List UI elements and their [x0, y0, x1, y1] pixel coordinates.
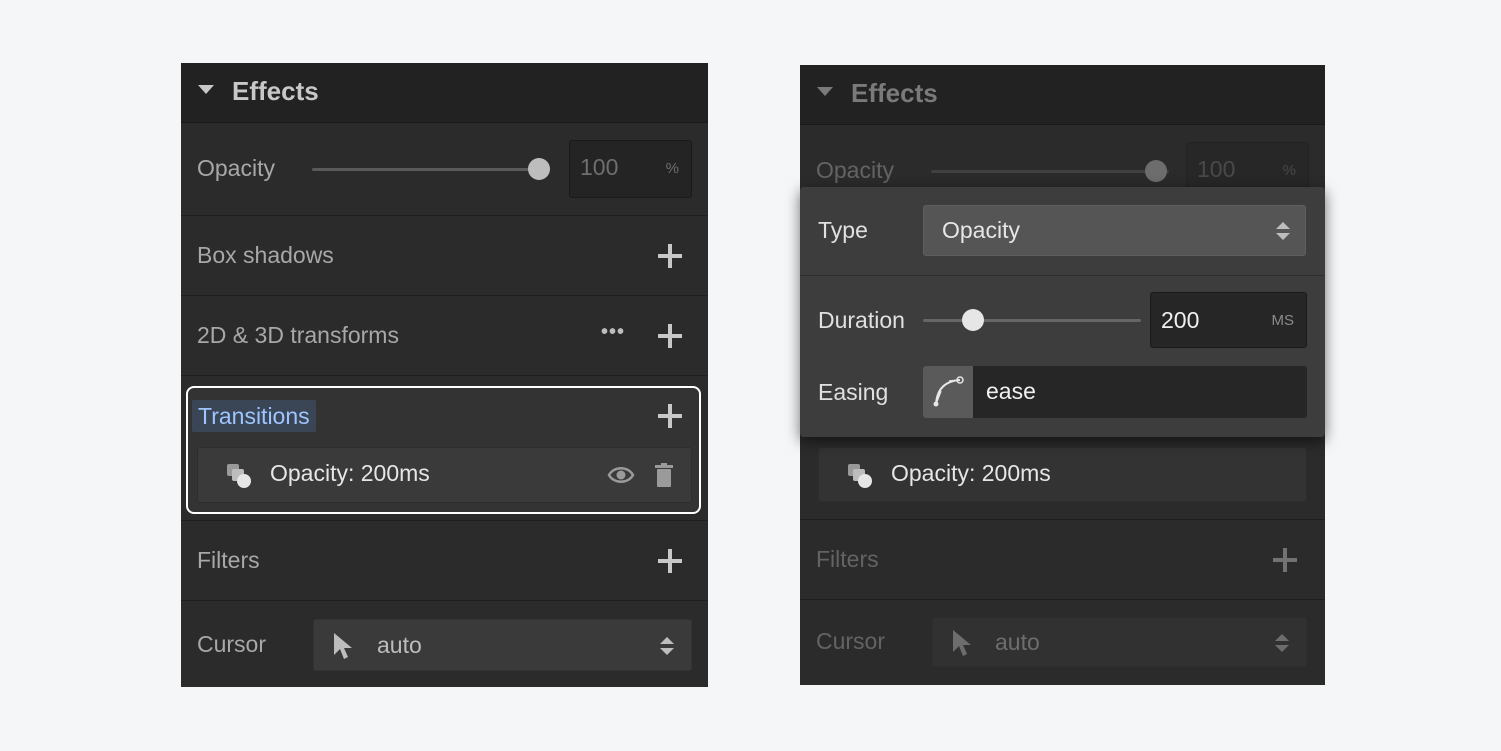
type-select[interactable]: Opacity [923, 205, 1306, 256]
caret-down-icon [817, 87, 833, 96]
trash-icon[interactable] [655, 463, 673, 487]
duration-slider-thumb[interactable] [962, 309, 985, 331]
cursor-arrow-icon [334, 633, 352, 659]
cursor-select-right[interactable]: auto [932, 617, 1307, 667]
opacity-input[interactable]: 100 % [569, 140, 692, 198]
opacity-slider-thumb[interactable] [528, 158, 550, 180]
transition-item-label-right: Opacity: 200ms [891, 460, 1051, 486]
duration-value: 200 [1161, 307, 1200, 333]
transforms-label: 2D & 3D transforms [197, 322, 399, 348]
opacity-value: 100 [580, 154, 619, 180]
cursor-value: auto [377, 632, 422, 658]
transition-item-label: Opacity: 200ms [270, 460, 430, 486]
transition-settings-popover: Type Opacity Duration 200 MS Easing ease [800, 187, 1325, 437]
opacity-slider-track-right[interactable] [931, 170, 1169, 173]
select-arrows-icon [1276, 222, 1290, 240]
filters-label: Filters [197, 547, 260, 573]
add-transform-button[interactable] [658, 324, 682, 348]
easing-value: ease [986, 378, 1036, 404]
bezier-curve-icon [933, 376, 964, 407]
cursor-value-right: auto [995, 629, 1040, 655]
add-transition-button[interactable] [658, 404, 682, 428]
eye-icon[interactable] [607, 464, 635, 486]
filters-row-right: Filters [800, 520, 1325, 600]
more-icon[interactable]: ••• [601, 321, 625, 344]
transitions-label-bg: Transitions [192, 400, 316, 432]
transforms-row: 2D & 3D transforms ••• [181, 296, 708, 376]
cursor-row-right: Cursor auto [800, 600, 1325, 685]
effects-title: Effects [232, 76, 319, 106]
opacity-value-right: 100 [1197, 156, 1236, 182]
opacity-label-right: Opacity [816, 157, 894, 183]
box-shadows-row: Box shadows [181, 216, 708, 296]
opacity-unit: % [665, 160, 679, 177]
opacity-label: Opacity [197, 155, 275, 181]
filters-row: Filters [181, 521, 708, 601]
add-filter-button-right[interactable] [1273, 548, 1297, 572]
caret-down-icon [198, 85, 214, 94]
effects-title-right: Effects [851, 78, 938, 108]
transitions-row-right: Opacity: 200ms [800, 437, 1325, 520]
transition-item-right[interactable]: Opacity: 200ms [818, 447, 1307, 502]
effects-header-right[interactable]: Effects [800, 65, 1325, 125]
cursor-label: Cursor [197, 631, 267, 657]
transition-icon [848, 464, 872, 488]
transitions-label: Transitions [198, 403, 310, 429]
duration-slider-track[interactable] [923, 319, 1141, 322]
add-box-shadow-button[interactable] [658, 244, 682, 268]
transition-item[interactable]: Opacity: 200ms [197, 447, 692, 503]
effects-panel: Effects Opacity 100 % Box shadows 2D & 3… [181, 63, 708, 687]
popover-divider [800, 275, 1325, 276]
box-shadows-label: Box shadows [197, 242, 334, 268]
easing-field[interactable]: ease [923, 366, 1307, 418]
transition-icon [227, 464, 251, 488]
duration-input[interactable]: 200 MS [1150, 292, 1307, 348]
duration-label: Duration [818, 307, 905, 333]
cursor-label-right: Cursor [816, 628, 886, 654]
filters-label-right: Filters [816, 546, 879, 572]
opacity-slider-track[interactable] [312, 168, 550, 171]
opacity-unit-right: % [1282, 162, 1296, 179]
duration-unit: MS [1271, 312, 1295, 329]
cursor-arrow-icon [953, 630, 971, 656]
easing-curve-button[interactable] [923, 366, 973, 418]
opacity-slider-thumb-right[interactable] [1145, 160, 1167, 182]
easing-label: Easing [818, 379, 889, 405]
cursor-select[interactable]: auto [313, 619, 692, 671]
type-label: Type [818, 217, 868, 243]
add-filter-button[interactable] [658, 549, 682, 573]
opacity-row: Opacity 100 % [181, 123, 708, 216]
select-arrows-icon [660, 637, 674, 655]
transitions-row: Transitions Opacity: 200ms [181, 376, 708, 521]
type-value: Opacity [942, 217, 1020, 243]
select-arrows-icon [1275, 634, 1289, 652]
cursor-row: Cursor auto [181, 601, 708, 687]
effects-header[interactable]: Effects [181, 63, 708, 123]
